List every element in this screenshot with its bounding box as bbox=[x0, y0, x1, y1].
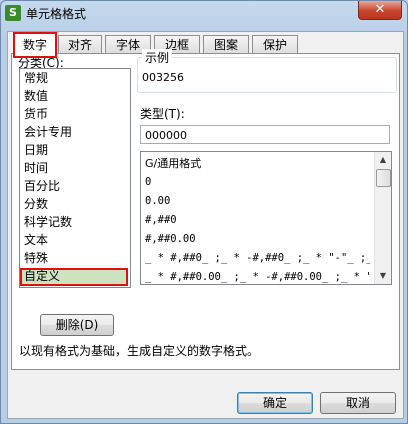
format-item[interactable]: #,##0.00 bbox=[145, 230, 370, 249]
sample-group: 示例 003256 bbox=[137, 49, 397, 93]
format-item[interactable]: 0 bbox=[145, 173, 370, 192]
category-item[interactable]: 常规 bbox=[20, 70, 128, 87]
tab-number[interactable]: 数字 bbox=[13, 32, 57, 58]
category-item[interactable]: 日期 bbox=[20, 142, 128, 159]
sample-value: 003256 bbox=[142, 71, 184, 84]
cancel-button[interactable]: 取消 bbox=[320, 392, 396, 414]
format-item[interactable]: G/通用格式 bbox=[145, 154, 370, 173]
tab-pattern[interactable]: 图案 bbox=[203, 35, 249, 54]
dialog-body: 数字 对齐 字体 边框 图案 保护 分类(C): 常规 数值 货币 会计专用 日… bbox=[7, 31, 404, 419]
number-tab-panel: 分类(C): 常规 数值 货币 会计专用 日期 时间 百分比 分数 科学记数 文… bbox=[11, 49, 400, 370]
tab-alignment[interactable]: 对齐 bbox=[58, 35, 102, 54]
scroll-down-arrow-icon[interactable]: ▼ bbox=[375, 268, 391, 284]
category-item[interactable]: 分数 bbox=[20, 196, 128, 213]
format-item[interactable]: 0.00 bbox=[145, 192, 370, 211]
category-item[interactable]: 科学记数 bbox=[20, 214, 128, 231]
ok-button[interactable]: 确定 bbox=[237, 392, 313, 414]
format-item[interactable]: _ * #,##0_ ;_ * -#,##0_ ;_ * "-"_ ;_ @_ bbox=[145, 249, 370, 268]
delete-button[interactable]: 删除(D) bbox=[40, 314, 114, 336]
format-list[interactable]: G/通用格式 0 0.00 #,##0 #,##0.00 _ * #,##0_ … bbox=[140, 151, 392, 285]
tab-strip: 数字 对齐 字体 边框 图案 保护 bbox=[8, 32, 403, 58]
close-button[interactable]: ✕ bbox=[358, 1, 402, 20]
category-item[interactable]: 会计专用 bbox=[20, 124, 128, 141]
scroll-up-arrow-icon[interactable]: ▲ bbox=[375, 152, 391, 168]
category-item[interactable]: 时间 bbox=[20, 160, 128, 177]
category-item[interactable]: 数值 bbox=[20, 88, 128, 105]
tab-protection[interactable]: 保护 bbox=[252, 35, 298, 54]
format-list-scrollbar[interactable]: ▲ ▼ bbox=[374, 152, 391, 284]
category-list[interactable]: 常规 数值 货币 会计专用 日期 时间 百分比 分数 科学记数 文本 特殊 自定… bbox=[19, 68, 131, 288]
type-label: 类型(T): bbox=[140, 107, 185, 121]
format-item[interactable]: _ * #,##0.00_ ;_ * -#,##0.00_ ;_ * "-"??… bbox=[145, 268, 370, 284]
format-item[interactable]: #,##0 bbox=[145, 211, 370, 230]
format-cells-dialog: S 单元格格式 ✕ 数字 对齐 字体 边框 图案 保护 分类(C): 常规 数值… bbox=[0, 0, 408, 424]
category-item[interactable]: 货币 bbox=[20, 106, 128, 123]
sample-label: 示例 bbox=[142, 49, 173, 66]
scroll-thumb[interactable] bbox=[376, 169, 391, 187]
category-item-selected[interactable]: 自定义 bbox=[20, 268, 128, 286]
category-item[interactable]: 特殊 bbox=[20, 250, 128, 267]
description-text: 以现有格式为基础，生成自定义的数字格式。 bbox=[19, 344, 260, 358]
title-bar[interactable]: S 单元格格式 ✕ bbox=[1, 1, 407, 25]
dialog-title: 单元格格式 bbox=[26, 7, 87, 21]
type-input[interactable]: 000000 bbox=[140, 125, 390, 144]
category-item[interactable]: 文本 bbox=[20, 232, 128, 249]
category-item[interactable]: 百分比 bbox=[20, 178, 128, 195]
app-logo-icon: S bbox=[5, 5, 21, 21]
